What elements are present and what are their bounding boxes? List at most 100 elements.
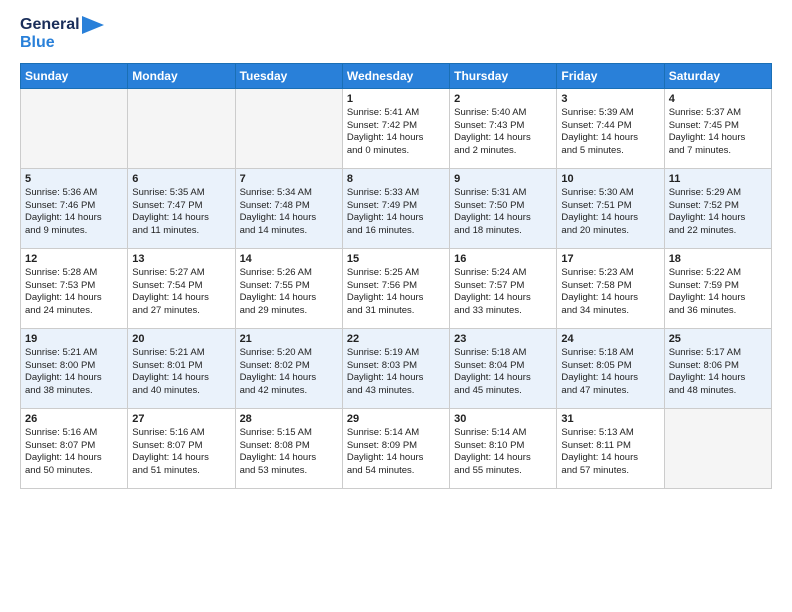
day-number: 27 (132, 413, 230, 425)
col-header-monday: Monday (128, 63, 235, 88)
day-info: Sunrise: 5:27 AM Sunset: 7:54 PM Dayligh… (132, 267, 230, 318)
day-number: 31 (561, 413, 659, 425)
day-number: 28 (240, 413, 338, 425)
day-info: Sunrise: 5:24 AM Sunset: 7:57 PM Dayligh… (454, 267, 552, 318)
day-cell: 12Sunrise: 5:28 AM Sunset: 7:53 PM Dayli… (21, 248, 128, 328)
day-info: Sunrise: 5:29 AM Sunset: 7:52 PM Dayligh… (669, 187, 767, 238)
day-number: 30 (454, 413, 552, 425)
day-number: 10 (561, 173, 659, 185)
day-number: 14 (240, 253, 338, 265)
day-info: Sunrise: 5:40 AM Sunset: 7:43 PM Dayligh… (454, 107, 552, 158)
day-cell (21, 88, 128, 168)
day-info: Sunrise: 5:36 AM Sunset: 7:46 PM Dayligh… (25, 187, 123, 238)
day-info: Sunrise: 5:39 AM Sunset: 7:44 PM Dayligh… (561, 107, 659, 158)
col-header-saturday: Saturday (664, 63, 771, 88)
day-cell: 27 Sunrise: 5:16 AM Sunset: 8:07 PM Dayli… (128, 408, 235, 488)
day-info: Sunrise: 5:16 AM Sunset: 8:07 PM Dayligh… (25, 427, 123, 478)
day-cell: 21 Sunrise: 5:20 AM Sunset: 8:02 PM Dayli… (235, 328, 342, 408)
day-number: 19 (25, 333, 123, 345)
day-info: Sunrise: 5:28 AM Sunset: 7:53 PM Dayligh… (25, 267, 123, 318)
day-cell: 9Sunrise: 5:31 AM Sunset: 7:50 PM Daylig… (450, 168, 557, 248)
day-cell: 17Sunrise: 5:23 AM Sunset: 7:58 PM Dayli… (557, 248, 664, 328)
day-cell: 14Sunrise: 5:26 AM Sunset: 7:55 PM Dayli… (235, 248, 342, 328)
day-info: Sunrise: 5:22 AM Sunset: 7:59 PM Dayligh… (669, 267, 767, 318)
day-number: 1 (347, 93, 445, 105)
day-info: Sunrise: 5:35 AM Sunset: 7:47 PM Dayligh… (132, 187, 230, 238)
day-number: 6 (132, 173, 230, 185)
col-header-friday: Friday (557, 63, 664, 88)
day-cell (128, 88, 235, 168)
day-number: 24 (561, 333, 659, 345)
day-cell: 15 Sunrise: 5:25 AM Sunset: 7:56 PM Dayli… (342, 248, 449, 328)
day-info: Sunrise: 5:18 AM Sunset: 8:05 PM Dayligh… (561, 347, 659, 398)
page: General Blue SundayMondayTuesdayWednesda… (0, 0, 792, 505)
day-number: 11 (669, 173, 767, 185)
day-cell: 28 Sunrise: 5:15 AM Sunset: 8:08 PM Dayli… (235, 408, 342, 488)
day-cell: 11 Sunrise: 5:29 AM Sunset: 7:52 PM Dayli… (664, 168, 771, 248)
day-cell: 6 Sunrise: 5:35 AM Sunset: 7:47 PM Daylig… (128, 168, 235, 248)
day-cell: 24 Sunrise: 5:18 AM Sunset: 8:05 PM Dayli… (557, 328, 664, 408)
logo-general: General (20, 16, 80, 34)
day-cell: 8 Sunrise: 5:33 AM Sunset: 7:49 PM Daylig… (342, 168, 449, 248)
day-info: Sunrise: 5:18 AM Sunset: 8:04 PM Dayligh… (454, 347, 552, 398)
day-number: 15 (347, 253, 445, 265)
day-number: 13 (132, 253, 230, 265)
week-row-2: 5 Sunrise: 5:36 AM Sunset: 7:46 PM Daylig… (21, 168, 772, 248)
day-info: Sunrise: 5:14 AM Sunset: 8:10 PM Dayligh… (454, 427, 552, 478)
day-number: 3 (561, 93, 659, 105)
day-cell: 20Sunrise: 5:21 AM Sunset: 8:01 PM Dayli… (128, 328, 235, 408)
day-number: 7 (240, 173, 338, 185)
logo-blue: Blue (20, 34, 55, 52)
day-info: Sunrise: 5:34 AM Sunset: 7:48 PM Dayligh… (240, 187, 338, 238)
col-header-thursday: Thursday (450, 63, 557, 88)
day-cell: 4Sunrise: 5:37 AM Sunset: 7:45 PM Daylig… (664, 88, 771, 168)
week-row-3: 12Sunrise: 5:28 AM Sunset: 7:53 PM Dayli… (21, 248, 772, 328)
day-info: Sunrise: 5:16 AM Sunset: 8:07 PM Dayligh… (132, 427, 230, 478)
day-cell: 26 Sunrise: 5:16 AM Sunset: 8:07 PM Dayli… (21, 408, 128, 488)
day-number: 26 (25, 413, 123, 425)
logo-arrow-icon (82, 16, 104, 34)
header: General Blue (20, 16, 772, 53)
day-number: 16 (454, 253, 552, 265)
header-row: SundayMondayTuesdayWednesdayThursdayFrid… (21, 63, 772, 88)
day-info: Sunrise: 5:23 AM Sunset: 7:58 PM Dayligh… (561, 267, 659, 318)
day-cell: 19Sunrise: 5:21 AM Sunset: 8:00 PM Dayli… (21, 328, 128, 408)
week-row-1: 1Sunrise: 5:41 AM Sunset: 7:42 PM Daylig… (21, 88, 772, 168)
day-info: Sunrise: 5:13 AM Sunset: 8:11 PM Dayligh… (561, 427, 659, 478)
col-header-sunday: Sunday (21, 63, 128, 88)
day-number: 23 (454, 333, 552, 345)
day-cell: 18 Sunrise: 5:22 AM Sunset: 7:59 PM Dayli… (664, 248, 771, 328)
day-number: 9 (454, 173, 552, 185)
day-number: 5 (25, 173, 123, 185)
day-number: 2 (454, 93, 552, 105)
day-info: Sunrise: 5:25 AM Sunset: 7:56 PM Dayligh… (347, 267, 445, 318)
day-info: Sunrise: 5:19 AM Sunset: 8:03 PM Dayligh… (347, 347, 445, 398)
day-cell: 5 Sunrise: 5:36 AM Sunset: 7:46 PM Daylig… (21, 168, 128, 248)
day-info: Sunrise: 5:20 AM Sunset: 8:02 PM Dayligh… (240, 347, 338, 398)
week-row-5: 26 Sunrise: 5:16 AM Sunset: 8:07 PM Dayli… (21, 408, 772, 488)
day-number: 25 (669, 333, 767, 345)
day-cell: 31 Sunrise: 5:13 AM Sunset: 8:11 PM Dayli… (557, 408, 664, 488)
day-cell: 16 Sunrise: 5:24 AM Sunset: 7:57 PM Dayli… (450, 248, 557, 328)
day-info: Sunrise: 5:21 AM Sunset: 8:01 PM Dayligh… (132, 347, 230, 398)
day-cell: 7 Sunrise: 5:34 AM Sunset: 7:48 PM Daylig… (235, 168, 342, 248)
logo: General Blue (20, 16, 104, 53)
day-number: 22 (347, 333, 445, 345)
day-number: 18 (669, 253, 767, 265)
day-number: 21 (240, 333, 338, 345)
day-cell: 22 Sunrise: 5:19 AM Sunset: 8:03 PM Dayli… (342, 328, 449, 408)
day-cell: 1Sunrise: 5:41 AM Sunset: 7:42 PM Daylig… (342, 88, 449, 168)
day-number: 8 (347, 173, 445, 185)
week-row-4: 19Sunrise: 5:21 AM Sunset: 8:00 PM Dayli… (21, 328, 772, 408)
calendar-table: SundayMondayTuesdayWednesdayThursdayFrid… (20, 63, 772, 489)
day-cell: 13 Sunrise: 5:27 AM Sunset: 7:54 PM Dayli… (128, 248, 235, 328)
day-cell: 29Sunrise: 5:14 AM Sunset: 8:09 PM Dayli… (342, 408, 449, 488)
day-info: Sunrise: 5:15 AM Sunset: 8:08 PM Dayligh… (240, 427, 338, 478)
day-info: Sunrise: 5:33 AM Sunset: 7:49 PM Dayligh… (347, 187, 445, 238)
day-cell: 2 Sunrise: 5:40 AM Sunset: 7:43 PM Daylig… (450, 88, 557, 168)
day-cell (235, 88, 342, 168)
day-cell: 23 Sunrise: 5:18 AM Sunset: 8:04 PM Dayli… (450, 328, 557, 408)
col-header-tuesday: Tuesday (235, 63, 342, 88)
day-number: 4 (669, 93, 767, 105)
day-info: Sunrise: 5:30 AM Sunset: 7:51 PM Dayligh… (561, 187, 659, 238)
